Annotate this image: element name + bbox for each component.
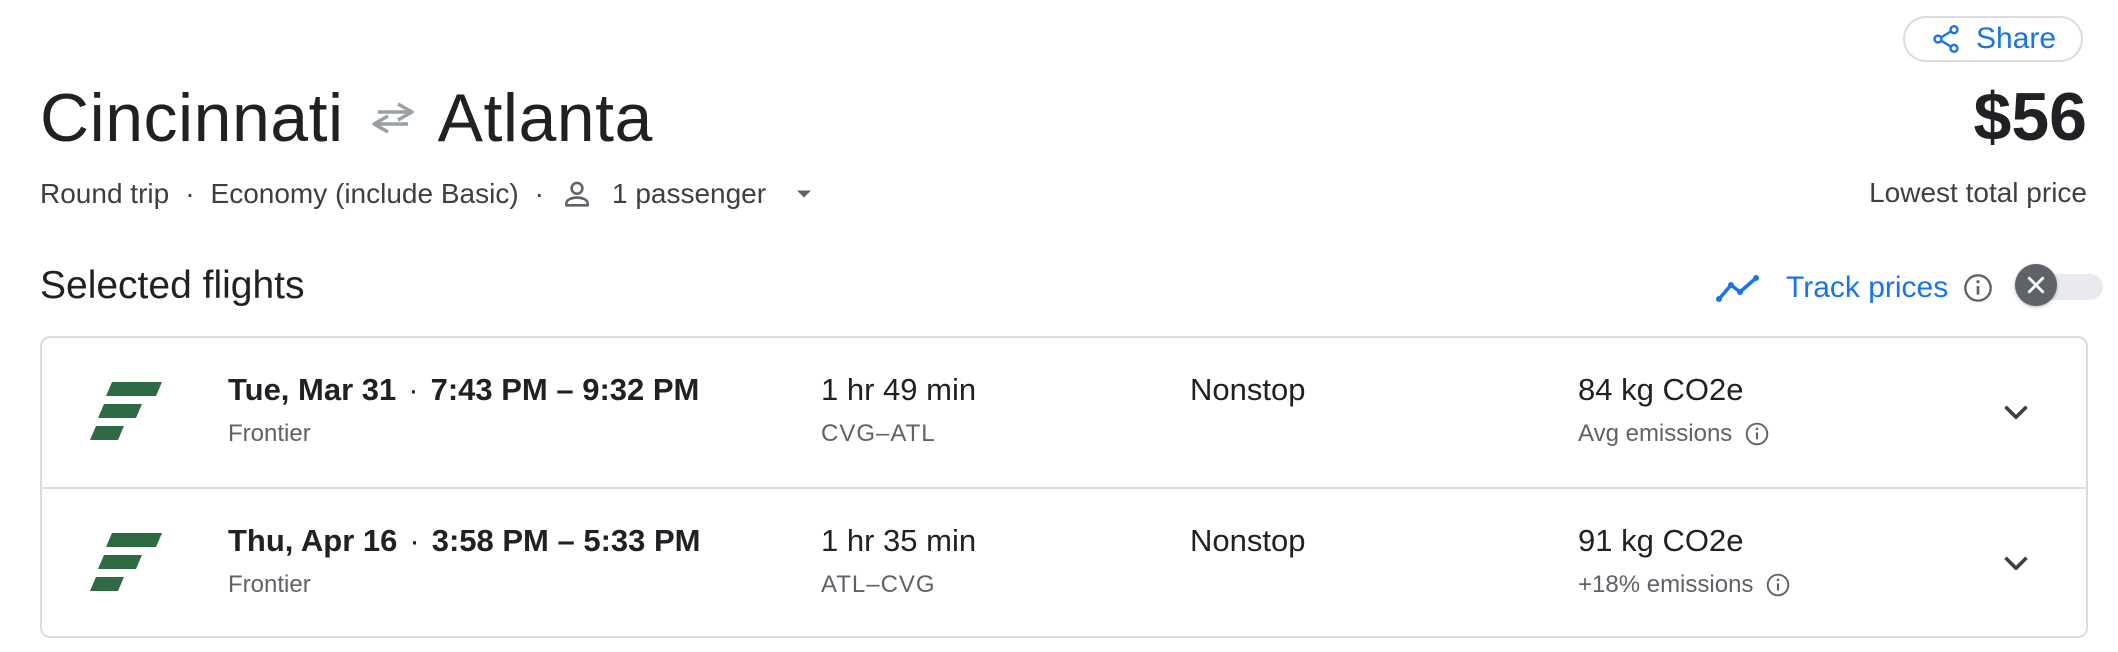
chevron-down-icon[interactable] (1998, 545, 2034, 581)
flight-date: Tue, Mar 31 (228, 372, 397, 407)
trip-type[interactable]: Round trip (40, 178, 169, 210)
separator-dot: · (408, 372, 419, 407)
track-prices-label: Track prices (1786, 271, 1949, 304)
flight-times: 3:58 PM – 5:33 PM (431, 523, 701, 558)
lowest-price-label: Lowest total price (1869, 177, 2087, 208)
route-title: Cincinnati Atlanta (40, 78, 653, 158)
toggle-knob (2015, 264, 2057, 306)
airline-name: Frontier (228, 420, 311, 447)
passenger-count[interactable]: 1 passenger (612, 178, 766, 210)
person-icon (565, 181, 589, 207)
destination-city: Atlanta (437, 80, 653, 156)
flight-duration: 1 hr 35 min (821, 523, 977, 558)
lowest-price: $56 (1973, 79, 2087, 155)
share-label: Share (1975, 22, 2057, 55)
frontier-logo (90, 533, 162, 591)
flight-stops: Nonstop (1190, 372, 1306, 407)
emissions-note: Avg emissions (1578, 420, 1770, 448)
flight-row[interactable]: Thu, Apr 16 · 3:58 PM – 5:33 PM Frontier 1… (42, 487, 2086, 636)
share-icon (1933, 25, 1959, 53)
track-prices-toggle[interactable] (2015, 264, 2103, 306)
flight-date: Thu, Apr 16 (228, 523, 398, 558)
flight-date-times: Thu, Apr 16 · 3:58 PM – 5:33 PM (228, 523, 701, 559)
emissions-note: +18% emissions (1578, 571, 1791, 599)
emissions-label: Avg emissions (1578, 420, 1733, 447)
airline-name: Frontier (228, 571, 311, 598)
trip-options: Round trip · Economy (include Basic) · 1… (40, 174, 818, 214)
flight-co2: 84 kg CO2e (1578, 372, 1744, 407)
flight-times: 7:43 PM – 9:32 PM (430, 372, 700, 407)
caret-down-icon[interactable] (790, 180, 818, 208)
share-button[interactable]: Share (1903, 16, 2083, 62)
flight-airports: CVG–ATL (821, 420, 936, 447)
chevron-down-icon[interactable] (1998, 394, 2034, 430)
emissions-label: +18% emissions (1578, 571, 1754, 598)
flight-row[interactable]: Tue, Mar 31 · 7:43 PM – 9:32 PM Frontier 1… (42, 338, 2086, 487)
flight-stops: Nonstop (1190, 523, 1306, 558)
flight-duration: 1 hr 49 min (821, 372, 977, 407)
swap-arrows-icon (371, 102, 414, 134)
track-prices[interactable]: Track prices (1716, 268, 1994, 308)
origin-city: Cincinnati (40, 80, 344, 156)
selected-flights-title: Selected flights (40, 264, 305, 307)
cabin-class[interactable]: Economy (include Basic) (211, 178, 519, 210)
flight-airports: ATL–CVG (821, 571, 936, 598)
trend-line-icon (1716, 275, 1759, 302)
separator-dot: · (409, 523, 420, 558)
info-icon[interactable] (1765, 572, 1791, 598)
flight-co2: 91 kg CO2e (1578, 523, 1744, 558)
separator-dot: · (534, 178, 544, 209)
info-icon[interactable] (1744, 421, 1770, 447)
flight-date-times: Tue, Mar 31 · 7:43 PM – 9:32 PM (228, 372, 699, 408)
close-icon (2027, 276, 2045, 294)
frontier-logo (90, 382, 162, 440)
separator-dot: · (185, 178, 195, 209)
info-icon[interactable] (1962, 272, 1994, 304)
selected-flights-list: Tue, Mar 31 · 7:43 PM – 9:32 PM Frontier 1… (40, 336, 2088, 638)
